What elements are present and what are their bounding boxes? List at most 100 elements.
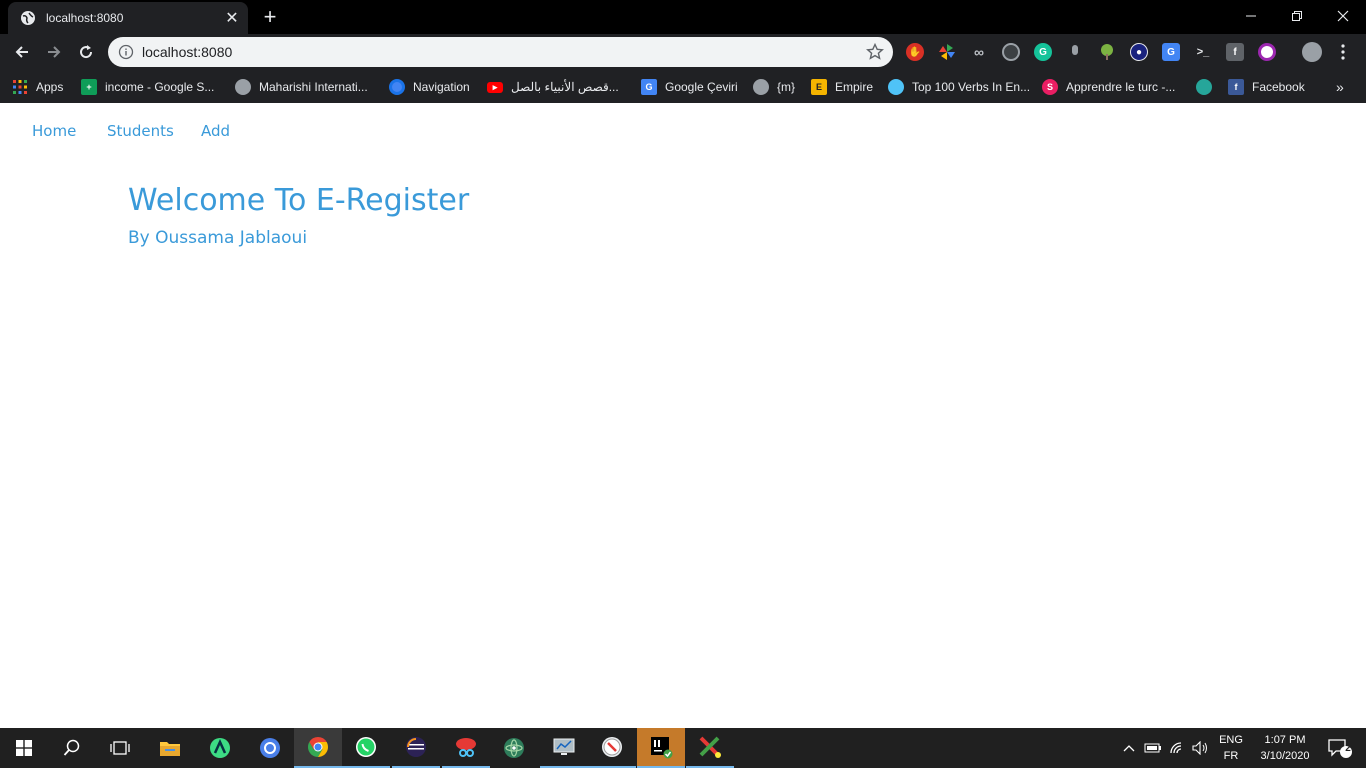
nav-link-add[interactable]: Add xyxy=(201,122,230,140)
android-studio-icon[interactable] xyxy=(196,728,244,768)
notification-center-icon[interactable]: 2 xyxy=(1320,728,1360,768)
bookmark-label: Apprendre le turc -... xyxy=(1066,80,1176,94)
nav-link-home[interactable]: Home xyxy=(32,122,76,140)
translate-icon: G xyxy=(641,79,657,95)
file-explorer-icon[interactable] xyxy=(146,728,194,768)
grammarly-extension-icon[interactable]: G xyxy=(1034,43,1052,61)
bookmarks-bar: Apps + income - Google S... Maharishi In… xyxy=(0,70,1366,103)
empire-icon: E xyxy=(811,79,827,95)
facebook-icon: f xyxy=(1228,79,1244,95)
browser-tab[interactable]: localhost:8080 ✕ xyxy=(8,2,248,34)
compass-app-icon[interactable] xyxy=(588,728,636,768)
avatar[interactable] xyxy=(1302,42,1322,62)
more-bookmarks-chevron-icon[interactable]: » xyxy=(1336,75,1344,99)
badge-extension-icon[interactable]: ● xyxy=(1130,43,1148,61)
sheets-icon: + xyxy=(81,79,97,95)
bookmark-label: Maharishi Internati... xyxy=(259,80,368,94)
address-bar[interactable]: localhost:8080 xyxy=(108,37,893,67)
globe-icon xyxy=(235,79,251,95)
intellij-idea-icon[interactable] xyxy=(637,728,685,768)
adblock-extension-icon[interactable]: ✋ xyxy=(906,43,924,61)
page-title: Welcome To E-Register xyxy=(128,183,470,218)
bookmark-label: Facebook xyxy=(1252,80,1305,94)
bookmark-m[interactable]: {m} xyxy=(753,75,795,99)
tab-strip: localhost:8080 ✕ + xyxy=(0,0,1366,34)
reload-icon[interactable] xyxy=(72,38,100,66)
tab-title: localhost:8080 xyxy=(46,11,124,25)
info-icon[interactable] xyxy=(118,44,134,60)
infinity-extension-icon[interactable]: ∞ xyxy=(970,43,988,61)
back-arrow-icon[interactable] xyxy=(8,38,36,66)
tab-close-icon[interactable]: ✕ xyxy=(220,6,244,30)
translate-extension-icon[interactable]: G xyxy=(1162,43,1180,61)
pinwheel-extension-icon[interactable] xyxy=(938,43,956,61)
wifi-icon[interactable] xyxy=(1168,728,1188,768)
circle-extension-icon[interactable] xyxy=(1002,43,1020,61)
globe-icon xyxy=(20,10,36,26)
nav-link-students[interactable]: Students xyxy=(107,122,174,140)
bookmark-label: income - Google S... xyxy=(105,80,215,94)
url-text: localhost:8080 xyxy=(142,44,233,60)
atom-icon[interactable] xyxy=(490,728,538,768)
bookmark-label: Apps xyxy=(36,80,64,94)
clock-time: 1:07 PM xyxy=(1264,734,1306,746)
volume-icon[interactable] xyxy=(1191,728,1211,768)
xampp-icon[interactable] xyxy=(686,728,734,768)
minimize-button[interactable] xyxy=(1228,0,1274,32)
bookmark-label: Top 100 Verbs In En... xyxy=(912,80,1031,94)
whatsapp-icon[interactable] xyxy=(342,728,390,768)
terminal-extension-icon[interactable]: >_ xyxy=(1194,43,1212,61)
page-content: Home Students Add Welcome To E-Register … xyxy=(0,103,1366,728)
browser-toolbar: localhost:8080 ✋ ∞ G ● G >_ f xyxy=(0,34,1366,70)
bookmark-label: Google Çeviri xyxy=(665,80,738,94)
tree-extension-icon[interactable] xyxy=(1098,43,1116,61)
language-indicator[interactable]: ENG FR xyxy=(1214,732,1248,764)
battery-icon[interactable] xyxy=(1143,728,1163,768)
bookmark-bird[interactable] xyxy=(1196,75,1220,99)
bookmark-income[interactable]: + income - Google S... xyxy=(81,75,214,99)
start-windows-icon[interactable] xyxy=(0,728,48,768)
bookmark-turc[interactable]: S Apprendre le turc -... xyxy=(1042,75,1175,99)
close-window-button[interactable] xyxy=(1320,0,1366,32)
bookmark-navigation[interactable]: Navigation xyxy=(389,75,470,99)
eclipse-icon[interactable] xyxy=(392,728,440,768)
screen-monitor-icon[interactable] xyxy=(540,728,588,768)
menu-dots-icon[interactable] xyxy=(1334,43,1352,61)
language-secondary: FR xyxy=(1223,750,1239,762)
bird-icon xyxy=(1196,79,1212,95)
search-icon[interactable] xyxy=(48,728,96,768)
chrome-icon[interactable] xyxy=(294,728,342,768)
navigation-icon xyxy=(389,79,405,95)
bookmark-star-icon[interactable] xyxy=(865,42,885,62)
clock-date: 3/10/2020 xyxy=(1260,750,1310,762)
restore-button[interactable] xyxy=(1274,0,1320,32)
globe-icon xyxy=(753,79,769,95)
bookmark-label: قصص الأنبياء بالصل... xyxy=(511,80,619,94)
bookmark-label: Navigation xyxy=(413,80,470,94)
bookmark-verbs[interactable]: Top 100 Verbs In En... xyxy=(888,75,1030,99)
bookmark-empire[interactable]: E Empire xyxy=(811,75,873,99)
show-hidden-icons-chevron-icon[interactable] xyxy=(1120,728,1138,768)
bookmark-label: {m} xyxy=(777,80,796,94)
notification-count-badge: 2 xyxy=(1345,743,1351,754)
system-clock[interactable]: 1:07 PM 3/10/2020 xyxy=(1250,732,1320,764)
snipping-tool-icon[interactable] xyxy=(442,728,490,768)
task-view-icon[interactable] xyxy=(96,728,144,768)
bookmark-apps[interactable]: Apps xyxy=(12,75,63,99)
windows-taskbar: ENG FR 1:07 PM 3/10/2020 2 xyxy=(0,728,1366,768)
bookmark-maharishi[interactable]: Maharishi Internati... xyxy=(235,75,368,99)
page-subtitle: By Oussama Jablaoui xyxy=(128,228,308,248)
forward-arrow-icon[interactable] xyxy=(40,38,68,66)
facebook-extension-icon[interactable]: f xyxy=(1226,43,1244,61)
bookmark-translate[interactable]: G Google Çeviri xyxy=(641,75,738,99)
bookmark-facebook[interactable]: f Facebook xyxy=(1228,75,1305,99)
mic-extension-icon[interactable] xyxy=(1066,43,1084,61)
paw-icon xyxy=(888,79,904,95)
apps-grid-icon xyxy=(12,79,28,95)
language-primary: ENG xyxy=(1219,734,1243,746)
bookmark-label: Empire xyxy=(835,80,874,94)
new-tab-button[interactable]: + xyxy=(256,5,284,29)
purple-extension-icon[interactable] xyxy=(1258,43,1276,61)
bookmark-youtube[interactable]: ▸ قصص الأنبياء بالصل... xyxy=(487,75,619,99)
edge-blue-icon[interactable] xyxy=(246,728,294,768)
